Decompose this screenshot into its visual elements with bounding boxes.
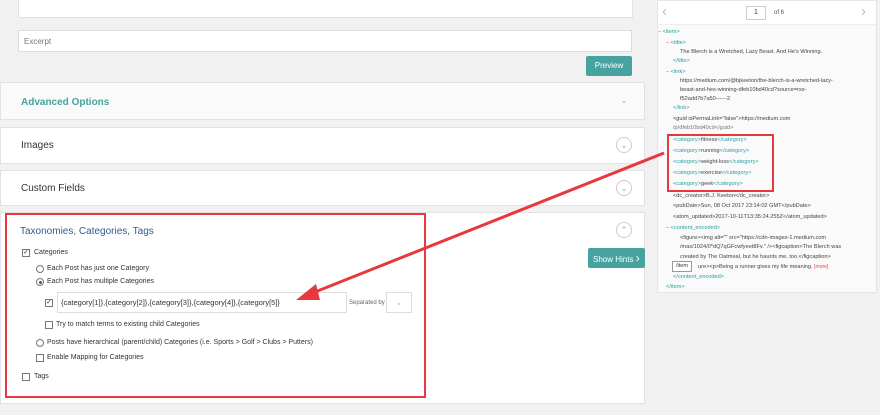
arrow-head	[296, 284, 320, 300]
annotation-arrow	[296, 151, 665, 300]
arrow-line	[309, 151, 665, 296]
